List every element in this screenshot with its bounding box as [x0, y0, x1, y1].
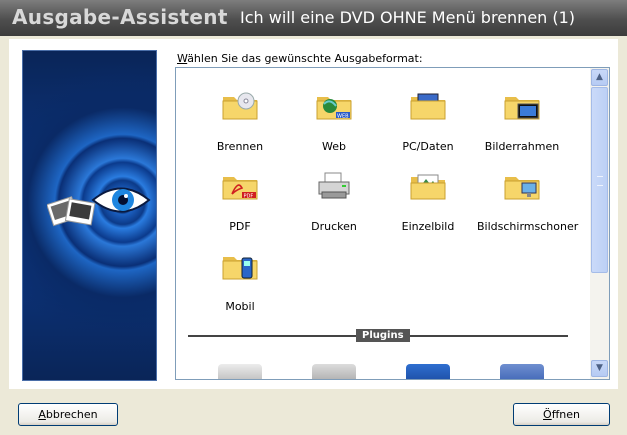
plugin-pages-icon[interactable] [312, 364, 356, 379]
format-list[interactable]: Brennen WEB Web PC/Daten Bilderrahmen PD… [175, 67, 610, 380]
format-item-pdf[interactable]: PDF PDF [195, 162, 285, 233]
vertical-scrollbar[interactable]: ▲ ▼ [590, 68, 609, 379]
folder-monitor-icon [504, 177, 540, 200]
format-item-brennen[interactable]: Brennen [195, 82, 285, 153]
format-label: Bilderrahmen [484, 140, 560, 153]
cancel-button[interactable]: Abbrechen [18, 403, 118, 426]
app-title: Ausgabe-Assistent [12, 5, 228, 29]
format-label: PDF [229, 220, 251, 233]
plugin-upload-icon[interactable] [500, 364, 544, 379]
svg-text:PDF: PDF [244, 194, 254, 200]
format-label: Drucken [311, 220, 357, 233]
scroll-grip [597, 176, 603, 186]
format-item-bilderrahmen[interactable]: Bilderrahmen [477, 82, 567, 153]
plugins-section-header: Plugins [356, 329, 410, 342]
folder-photoframe-icon [504, 97, 540, 120]
format-label: Bildschirmschoner [477, 220, 579, 233]
folder-disc-icon [222, 92, 258, 120]
title-bar: Ausgabe-Assistent Ich will eine DVD OHNE… [0, 0, 627, 36]
folder-phone-icon [222, 257, 258, 280]
wizard-banner-image [22, 50, 157, 381]
svg-text:WEB: WEB [337, 114, 349, 120]
format-item-drucken[interactable]: Drucken [289, 162, 379, 233]
scroll-thumb[interactable] [591, 87, 608, 273]
eye-icon [91, 187, 151, 213]
folder-pdf-icon: PDF [222, 177, 258, 200]
format-label: Web [322, 140, 346, 153]
scroll-down-button[interactable]: ▼ [591, 360, 608, 377]
folder-web-icon: WEB [316, 97, 352, 120]
format-item-mobil[interactable]: Mobil [195, 242, 285, 313]
plugin-calendar-icon[interactable] [218, 364, 262, 379]
format-item-einzelbild[interactable]: Einzelbild [383, 162, 473, 233]
format-label: PC/Daten [402, 140, 454, 153]
scroll-up-button[interactable]: ▲ [591, 69, 608, 86]
format-label: Brennen [216, 140, 264, 153]
open-button[interactable]: Öffnen [513, 403, 610, 426]
format-item-pc-daten[interactable]: PC/Daten [383, 82, 473, 153]
plugin-network-icon[interactable] [406, 364, 450, 379]
format-prompt: Wählen Sie das gewünschte Ausgabeformat: [177, 52, 423, 65]
button-bar: Abbrechen Öffnen [0, 389, 627, 435]
format-item-bildschirmschoner[interactable]: Bildschirmschoner [477, 162, 579, 233]
format-label: Mobil [225, 300, 255, 313]
format-item-web[interactable]: WEB Web [289, 82, 379, 153]
folder-picture-icon [410, 174, 446, 200]
format-label: Einzelbild [401, 220, 455, 233]
printer-icon [318, 172, 350, 199]
wizard-step-title: Ich will eine DVD OHNE Menü brennen (1) [240, 8, 576, 27]
folder-pc-icon [410, 93, 446, 120]
